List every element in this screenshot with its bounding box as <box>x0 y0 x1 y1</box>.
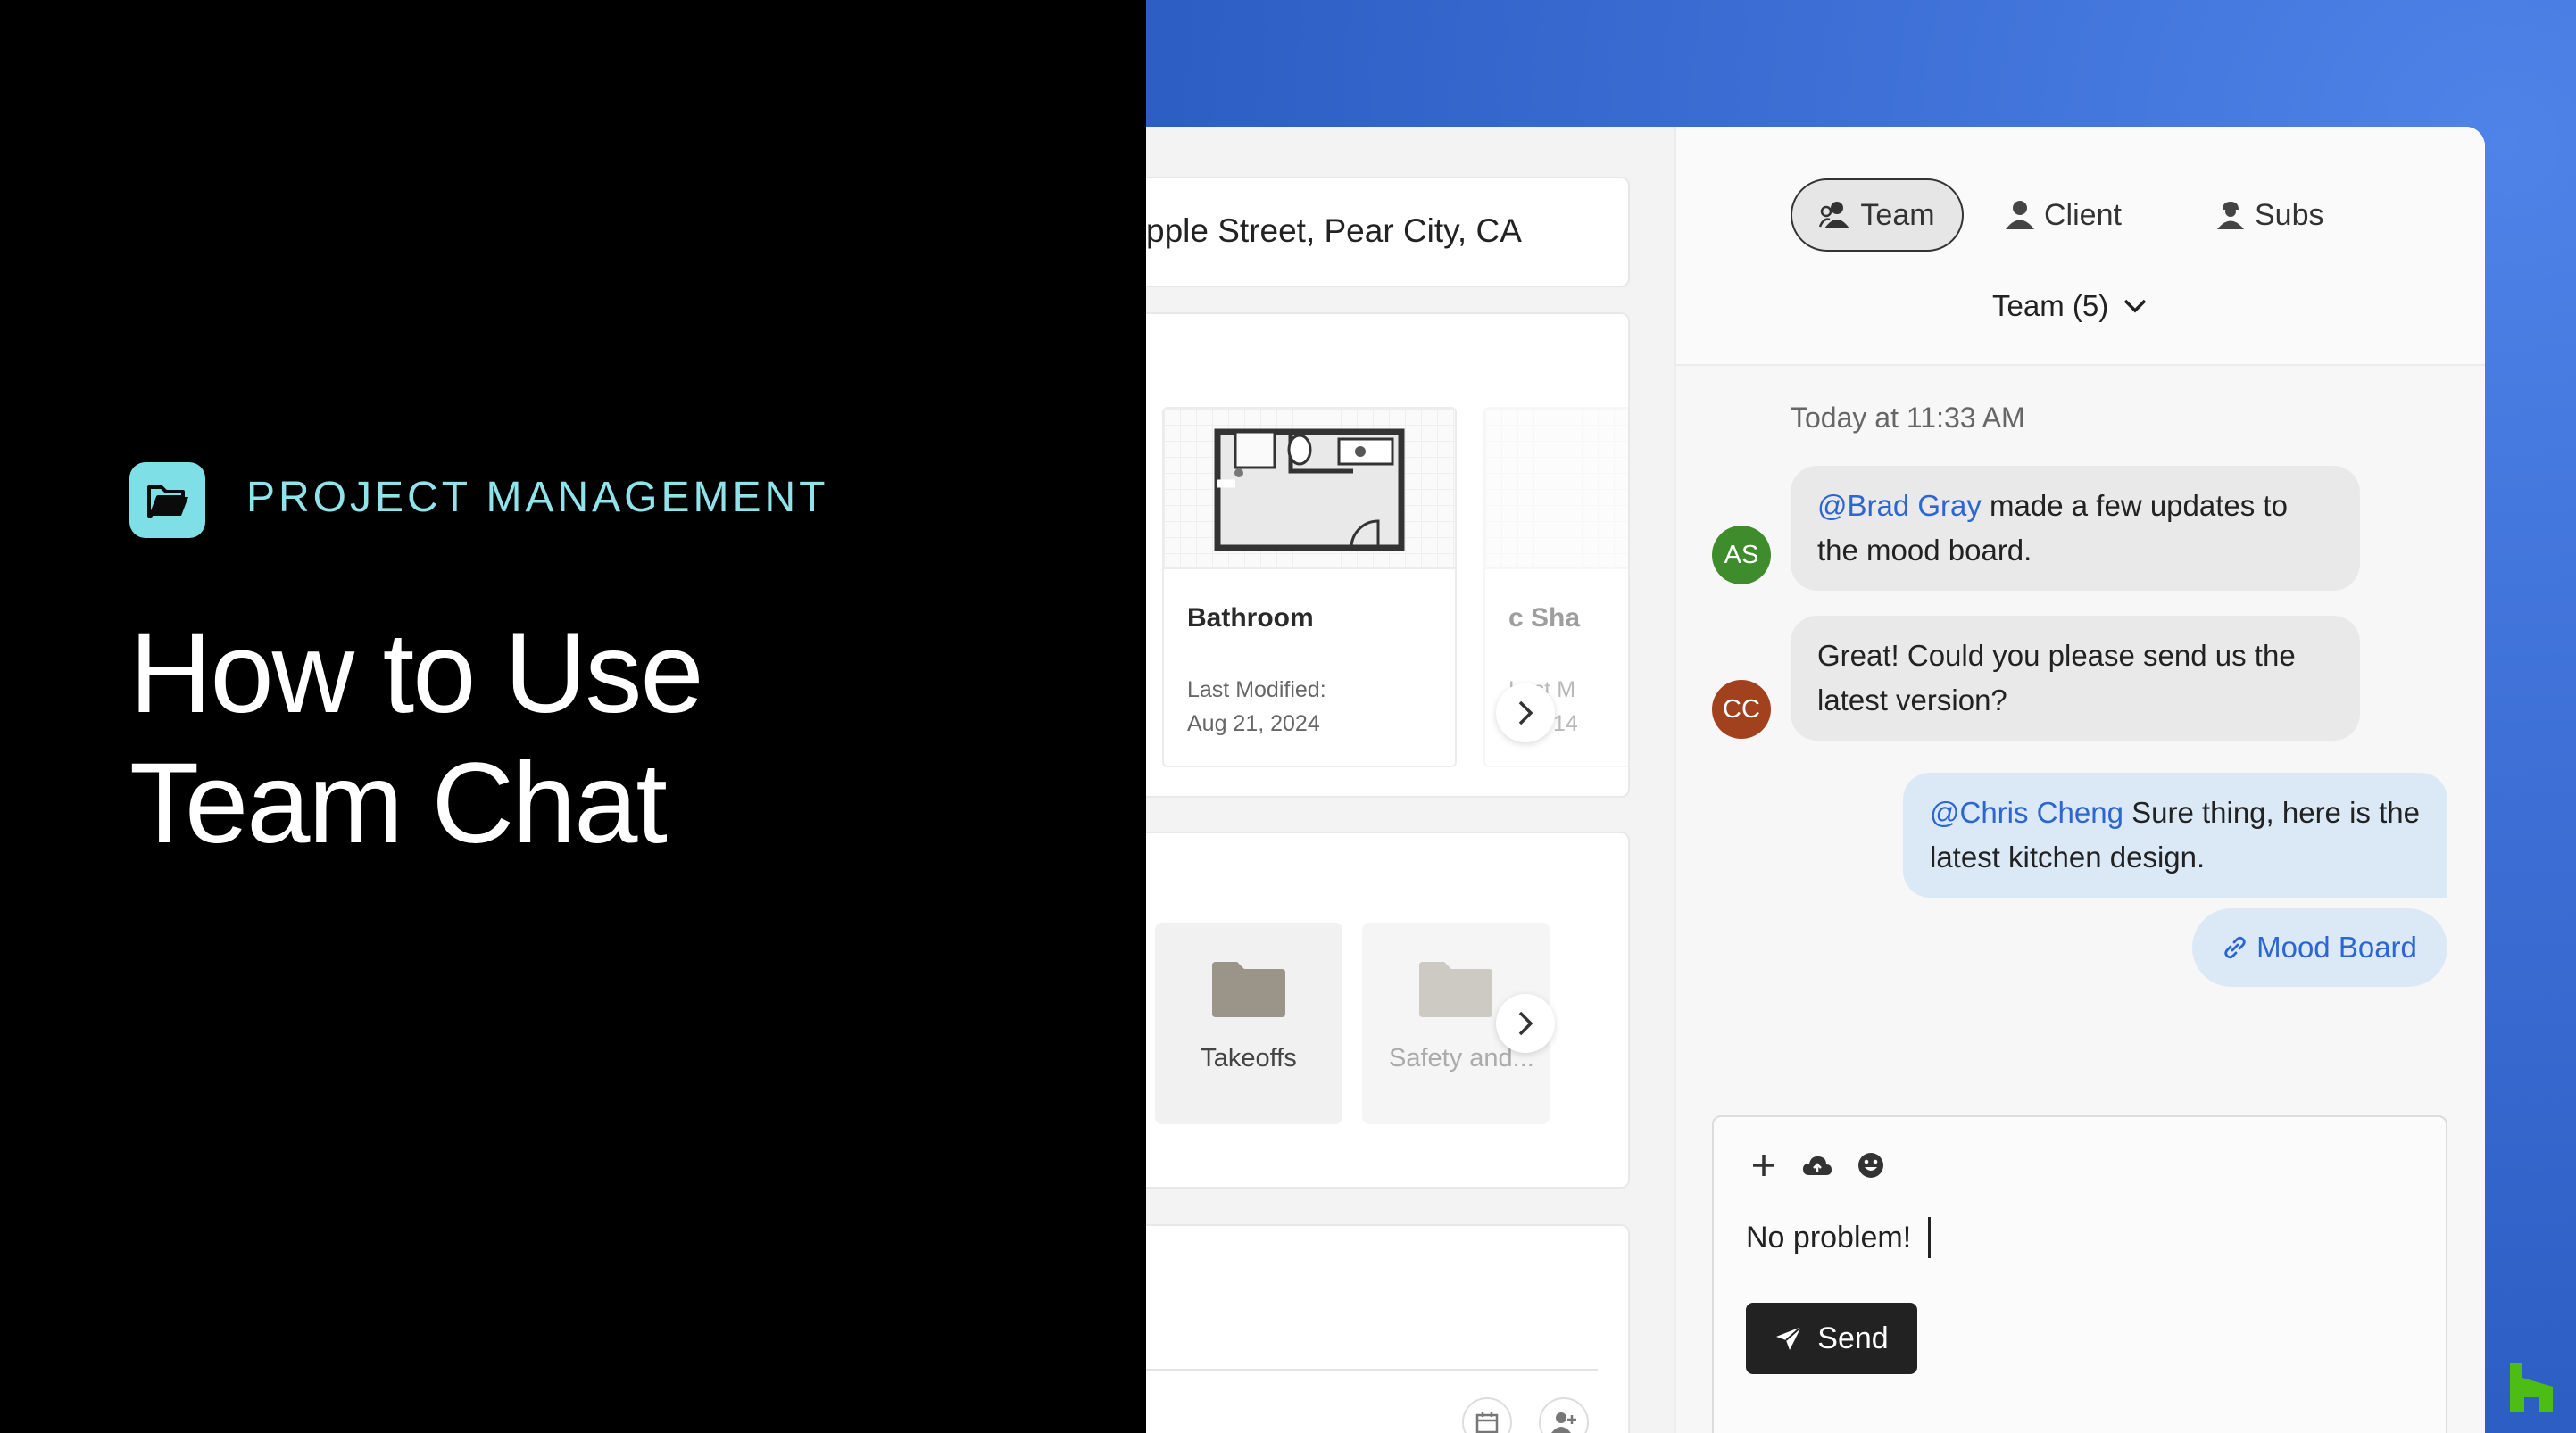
folder-name: Takeoffs <box>1201 1044 1297 1073</box>
houzz-logo-icon <box>2510 1363 2553 1412</box>
message-bubble: @Brad Gray made a few updates to the moo… <box>1791 466 2360 591</box>
send-icon <box>1776 1326 1802 1350</box>
folder-tile[interactable]: Takeoffs <box>1155 923 1342 1124</box>
file-tile[interactable]: Bathroom Last Modified: Aug 21, 2024 <box>1162 407 1457 767</box>
folder-icon <box>1419 962 1492 1017</box>
tab-subs[interactable]: Subs <box>2215 178 2324 252</box>
file-modified: Last Modified: Aug 21, 2024 <box>1187 677 1326 736</box>
title-line-1: How to Use <box>129 609 704 737</box>
text-caret <box>1928 1217 1931 1258</box>
floorplan-thumbnail <box>1485 409 1628 569</box>
team-icon <box>1819 202 1850 228</box>
intro-panel: PROJECT MANAGEMENT How to Use Team Chat <box>0 0 1146 1433</box>
app-window: pple Street, Pear City, CA Bathroom Last… <box>1146 127 2485 1433</box>
send-button[interactable]: Send <box>1746 1303 1917 1374</box>
cloud-upload-icon[interactable] <box>1799 1147 1835 1183</box>
channel-select[interactable]: Team (5) <box>1992 289 2148 323</box>
message-input[interactable] <box>1746 1213 2406 1262</box>
chevron-down-icon <box>2123 299 2147 313</box>
folders-next-button[interactable] <box>1496 994 1555 1053</box>
avatar: CC <box>1712 680 1771 739</box>
tab-team[interactable]: Team <box>1791 178 1964 252</box>
avatar: AS <box>1712 526 1771 584</box>
folder-open-icon <box>129 462 205 538</box>
mention[interactable]: @Chris Cheng <box>1930 796 2123 829</box>
project-address: pple Street, Pear City, CA <box>1146 212 1522 249</box>
link-icon <box>2224 936 2246 959</box>
mention[interactable]: @Brad Gray <box>1817 489 1982 522</box>
chevron-right-icon <box>1518 700 1533 725</box>
title-line-2: Team Chat <box>129 740 668 867</box>
file-name: Bathroom <box>1187 603 1314 633</box>
hardhat-person-icon <box>2217 202 2244 229</box>
folder-name: Safety and... <box>1389 1044 1534 1073</box>
category-label: PROJECT MANAGEMENT <box>246 474 829 521</box>
file-name: c Sha <box>1508 603 1581 633</box>
files-next-button[interactable] <box>1496 683 1555 742</box>
files-card: Bathroom Last Modified: Aug 21, 2024 c S… <box>1146 312 1630 798</box>
person-icon <box>2006 201 2034 229</box>
message-composer: Send <box>1712 1115 2447 1433</box>
emoji-icon[interactable] <box>1853 1147 1889 1183</box>
own-message-bubble: @Chris Cheng Sure thing, here is the lat… <box>1903 773 2447 898</box>
project-address-card: pple Street, Pear City, CA <box>1146 177 1630 287</box>
mood-board-link[interactable]: Mood Board <box>2192 908 2447 987</box>
chat-header: Team Client Subs Team (5) <box>1676 127 2485 366</box>
team-chat-panel: Team Client Subs Team (5) Today at 11:33… <box>1674 127 2485 1433</box>
folders-card: Takeoffs Safety and... <box>1146 832 1630 1189</box>
message-bubble: Great! Could you please send us the late… <box>1791 616 2360 741</box>
chevron-right-icon <box>1518 1011 1533 1036</box>
folder-icon <box>1212 962 1285 1017</box>
divider <box>1146 1369 1598 1371</box>
floorplan-thumbnail <box>1164 409 1455 569</box>
tab-client[interactable]: Client <box>2005 178 2122 252</box>
plus-icon[interactable] <box>1746 1147 1782 1183</box>
video-title: How to Use Team Chat <box>129 609 1111 869</box>
message-timestamp: Today at 11:33 AM <box>1791 402 2025 434</box>
project-content: pple Street, Pear City, CA Bathroom Last… <box>1146 127 1674 1433</box>
